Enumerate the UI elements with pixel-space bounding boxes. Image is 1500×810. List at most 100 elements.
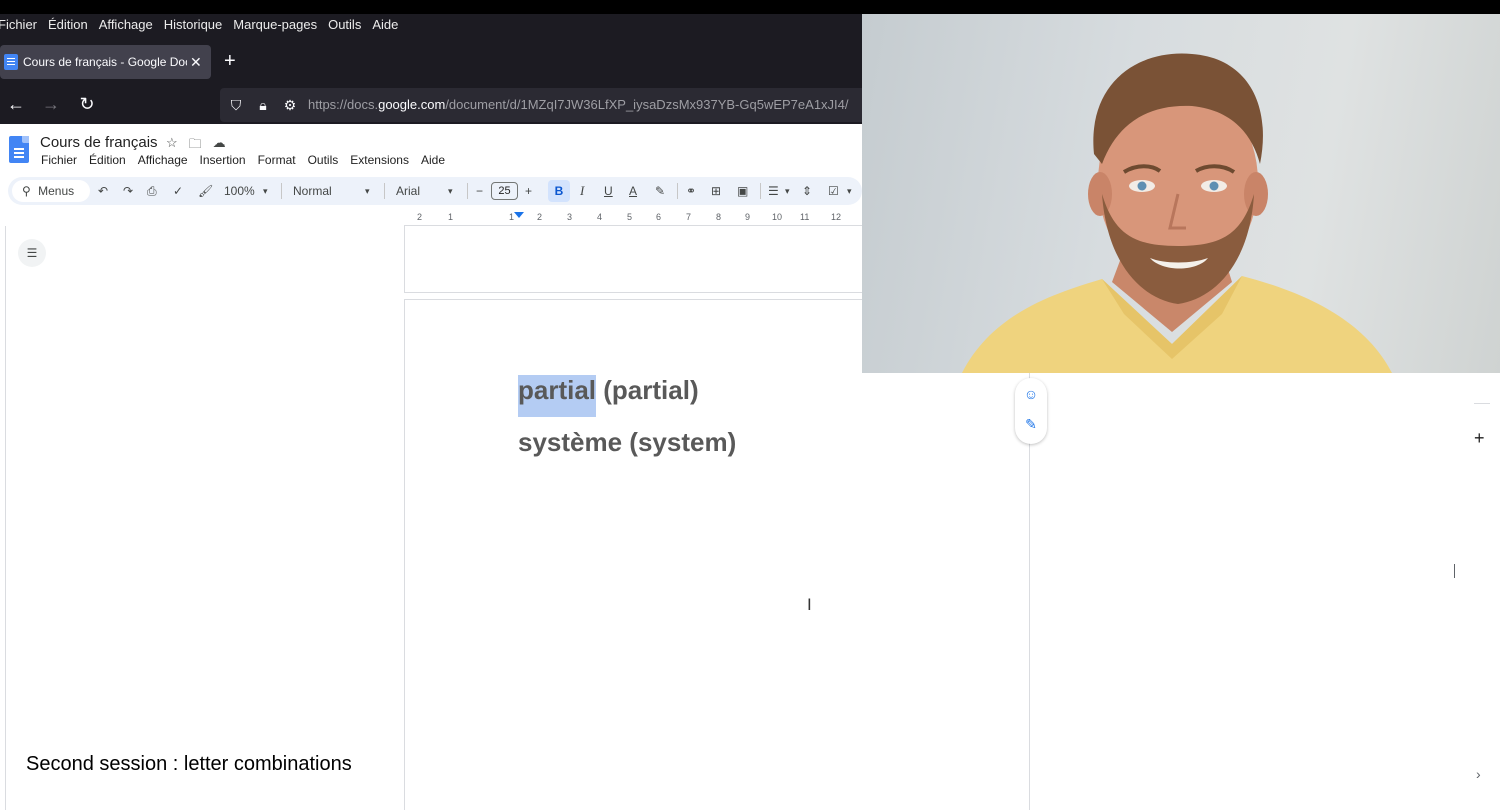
chevron-right-icon[interactable]: ›	[1476, 766, 1481, 782]
toolbar-divider	[281, 183, 282, 199]
selected-text[interactable]: partial	[518, 375, 597, 417]
shield-icon[interactable]: ⛉	[227, 96, 245, 114]
font-select[interactable]: Arial	[396, 177, 420, 205]
ruler-number: 6	[656, 212, 662, 222]
reload-icon[interactable]: ↻	[75, 92, 99, 116]
line1-rest[interactable]: (partial)	[596, 375, 698, 405]
new-tab-button[interactable]: +	[224, 50, 236, 72]
style-select[interactable]: Normal	[293, 177, 332, 205]
close-icon[interactable]: ✕	[190, 54, 202, 71]
bold-button[interactable]: B	[548, 180, 570, 202]
docs-menu-affichage[interactable]: Affichage	[138, 153, 188, 167]
docs-menu-format[interactable]: Format	[258, 153, 296, 167]
pane-divider	[5, 226, 6, 810]
docs-header: Cours de français ☆ 🗀︎ ☁︎ Fichier Éditio…	[0, 124, 862, 176]
ruler-number: 11	[800, 212, 810, 222]
presenter-video-image	[962, 53, 1392, 373]
permissions-icon[interactable]: ⚙︎	[281, 96, 299, 114]
ruler[interactable]: 2 1 1 2 3 4 5 6 7 8 9 10 11 12	[404, 206, 862, 226]
toolbar-divider	[760, 183, 761, 199]
insert-image-icon[interactable]: ▣	[737, 177, 748, 205]
toolbar-divider	[467, 183, 468, 199]
browser-chrome: Fichier Édition Affichage Historique Mar…	[0, 14, 870, 124]
indent-marker[interactable]	[514, 212, 524, 218]
lock-icon[interactable]: 🔒︎	[254, 96, 272, 114]
tab-google-doc[interactable]: Cours de français - Google Doc ✕	[0, 45, 211, 79]
google-docs-favicon-icon	[4, 54, 18, 70]
right-margin-area	[1030, 373, 1500, 810]
paint-format-icon[interactable]: 🖌︎	[198, 177, 213, 205]
document-title[interactable]: Cours de français	[40, 134, 158, 151]
underline-button[interactable]: U	[604, 177, 613, 205]
docs-menu-insertion[interactable]: Insertion	[200, 153, 246, 167]
menu-marque-pages[interactable]: Marque-pages	[233, 17, 317, 32]
divider	[1474, 403, 1490, 404]
italic-button[interactable]: I	[580, 177, 584, 205]
zoom-select[interactable]: 100%	[224, 177, 255, 205]
ruler-number: 7	[686, 212, 692, 222]
document-line-1[interactable]: partial (partial)	[518, 375, 699, 417]
chevron-down-icon[interactable]: ▾	[785, 177, 790, 205]
line-spacing-icon[interactable]: ⇕	[802, 177, 812, 205]
font-size-input[interactable]: 25	[491, 182, 518, 200]
redo-icon[interactable]: ↷	[123, 177, 133, 205]
back-arrow-icon[interactable]: ←	[4, 92, 28, 116]
spellcheck-icon[interactable]: ✓	[173, 177, 183, 205]
checklist-icon[interactable]: ☑	[828, 177, 839, 205]
search-menus-button[interactable]: ⚲ Menus	[12, 180, 90, 202]
ruler-number: 2	[417, 212, 423, 222]
webcam-overlay	[862, 14, 1500, 373]
top-black-bar	[0, 0, 1500, 14]
url-path: /document/d/1MZqI7JW36LfXP_iysaDzsMx937Y…	[445, 97, 849, 112]
undo-icon[interactable]: ↶	[98, 177, 108, 205]
docs-menu-fichier[interactable]: Fichier	[41, 153, 77, 167]
docs-menu-edition[interactable]: Édition	[89, 153, 126, 167]
tab-strip: Cours de français - Google Doc ✕ +	[0, 44, 862, 80]
left-pane: ☰ Second session : letter combinations	[0, 226, 404, 810]
tab-title: Cours de français - Google Doc	[23, 55, 187, 69]
ruler-number: 8	[716, 212, 722, 222]
align-left-icon[interactable]: ☰	[768, 177, 779, 205]
ruler-number: 1	[448, 212, 454, 222]
ruler-number: 10	[772, 212, 783, 222]
docs-menu-extensions[interactable]: Extensions	[350, 153, 409, 167]
text-color-button[interactable]: A	[629, 177, 637, 205]
print-icon[interactable]: ⎙	[147, 177, 157, 205]
suggest-edit-icon[interactable]: ✎	[1023, 416, 1039, 432]
docs-toolbar: ⚲ Menus ↶ ↷ ⎙ ✓ 🖌︎ 100% ▾ Normal ▾ Arial…	[8, 177, 862, 205]
url-prefix: https://docs.	[308, 97, 379, 112]
forward-arrow-icon[interactable]: →	[39, 92, 63, 116]
menu-aide[interactable]: Aide	[372, 17, 398, 32]
url-bar[interactable]: ⛉ 🔒︎ ⚙︎ https://docs.google.com/document…	[220, 88, 870, 122]
link-icon[interactable]: ⚭	[686, 177, 696, 205]
decrease-font-size-button[interactable]: −	[476, 177, 483, 205]
document-outline-icon[interactable]: ☰	[18, 239, 46, 267]
increase-font-size-button[interactable]: +	[525, 177, 532, 205]
url-text[interactable]: https://docs.google.com/document/d/1MZqI…	[308, 97, 849, 112]
docs-menu-aide[interactable]: Aide	[421, 153, 445, 167]
add-button[interactable]: +	[1474, 428, 1485, 449]
ruler-number: 3	[567, 212, 573, 222]
menu-outils[interactable]: Outils	[328, 17, 361, 32]
menu-historique[interactable]: Historique	[164, 17, 223, 32]
scrollbar-thumb[interactable]	[1454, 564, 1455, 578]
document-line-2[interactable]: système (system)	[518, 427, 736, 458]
docs-menu-outils[interactable]: Outils	[308, 153, 339, 167]
menu-edition[interactable]: Édition	[48, 17, 88, 32]
chevron-down-icon[interactable]: ▾	[263, 177, 268, 205]
google-docs-logo-icon[interactable]	[9, 136, 29, 163]
chevron-down-icon[interactable]: ▾	[448, 177, 453, 205]
browser-menubar: Fichier Édition Affichage Historique Mar…	[0, 14, 862, 34]
add-comment-icon[interactable]: ⊞	[711, 177, 721, 205]
chevron-down-icon[interactable]: ▾	[847, 177, 852, 205]
menu-affichage[interactable]: Affichage	[99, 17, 153, 32]
ruler-number: 12	[831, 212, 842, 222]
navigation-row: ← → ↻ ⛉ 🔒︎ ⚙︎ https://docs.google.com/do…	[0, 86, 870, 122]
emoji-reaction-icon[interactable]: ☺	[1023, 386, 1039, 402]
highlight-icon[interactable]: ✎	[655, 177, 665, 205]
toolbar-divider	[384, 183, 385, 199]
document-page[interactable]: partial (partial) système (system) I	[404, 299, 1030, 810]
menu-fichier[interactable]: Fichier	[0, 17, 37, 32]
toolbar-divider	[677, 183, 678, 199]
chevron-down-icon[interactable]: ▾	[365, 177, 370, 205]
